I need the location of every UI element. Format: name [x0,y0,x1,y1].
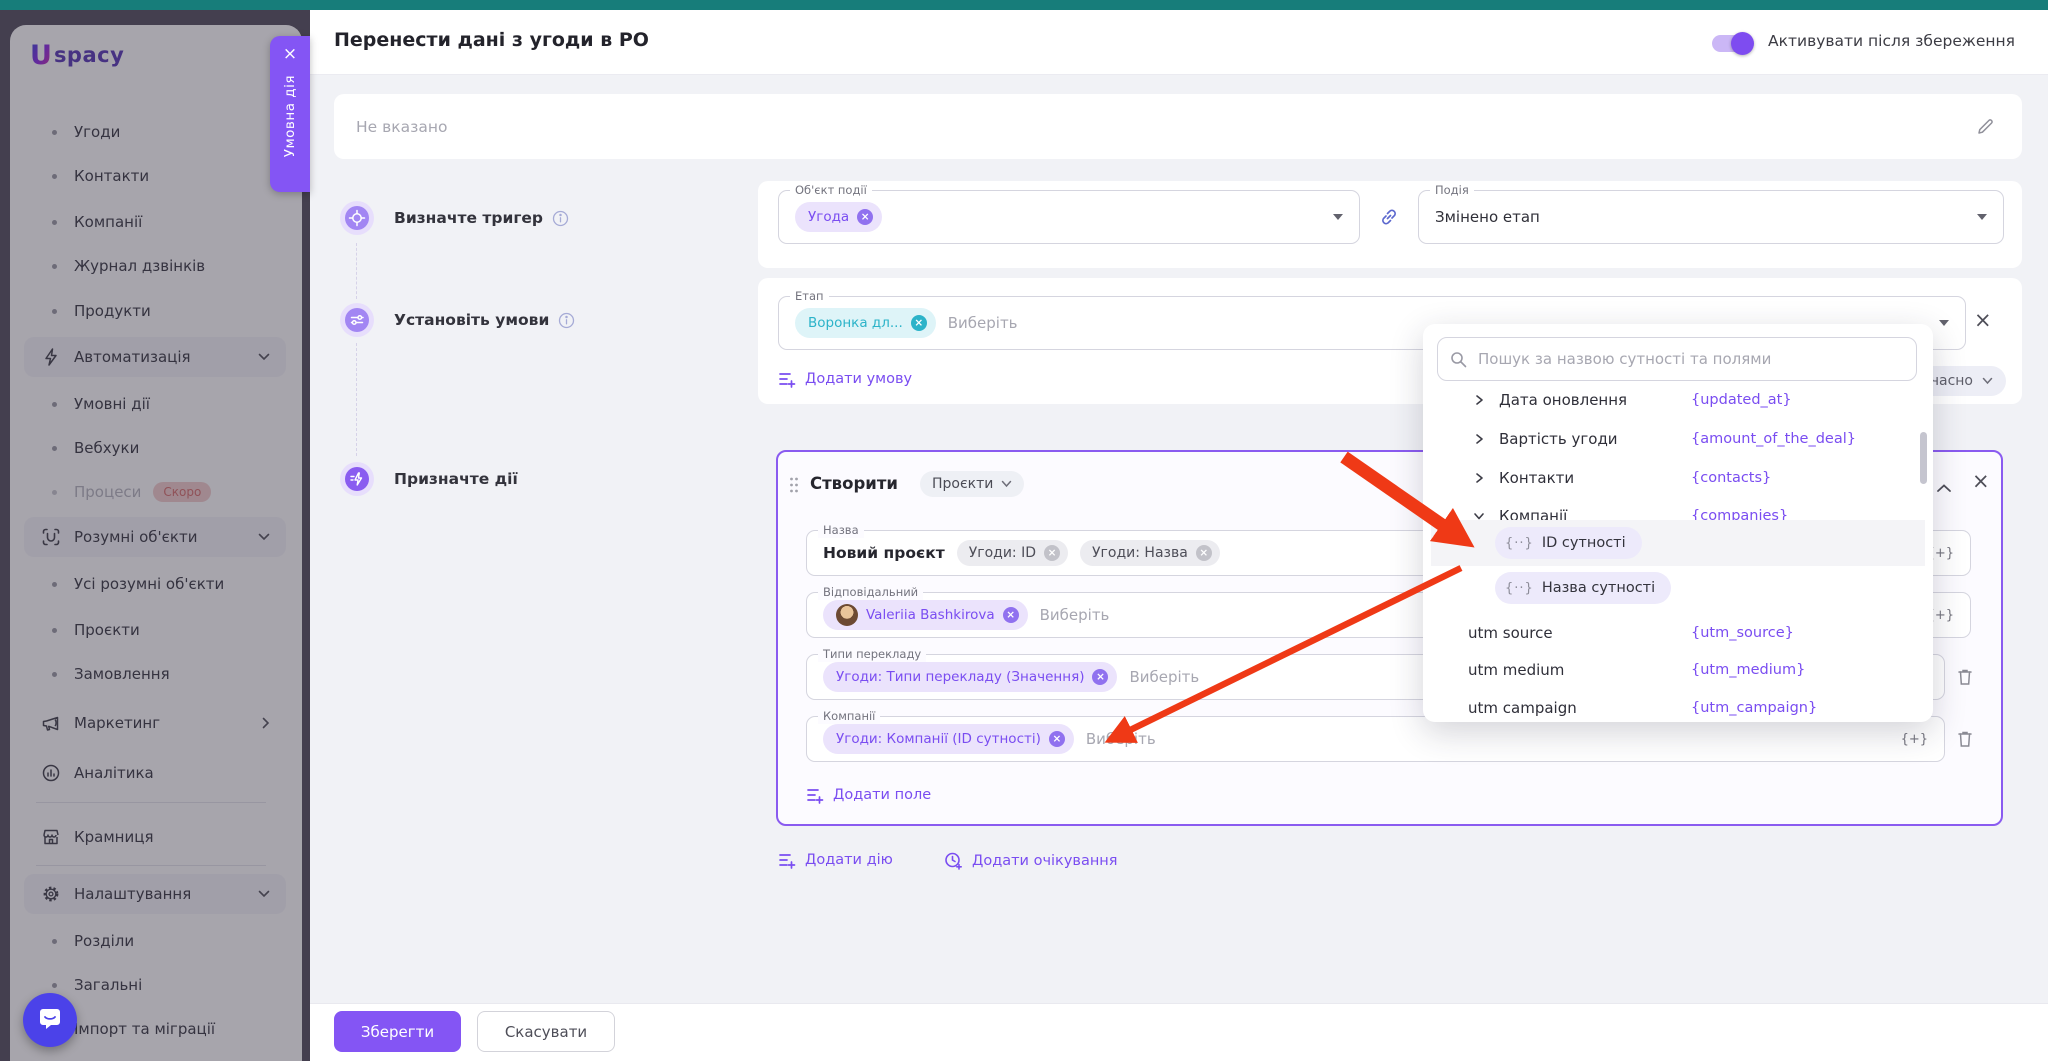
toggle-label: Активувати після збереження [1768,32,2015,50]
list-plus-icon [806,786,824,804]
remove-condition-icon[interactable]: × [1974,310,1992,331]
remove-chip-icon[interactable]: × [911,315,927,331]
pencil-icon[interactable] [1976,117,1995,140]
funnel-chip[interactable]: Воронка дл...× [795,308,936,338]
scrollbar-thumb[interactable] [1920,432,1927,484]
remove-chip-icon[interactable]: × [1003,607,1019,623]
rule-name-input[interactable] [354,110,1158,144]
cancel-button[interactable]: Скасувати [477,1011,615,1052]
chat-icon [37,1008,63,1032]
picker-row-contacts[interactable]: Контакти {contacts} [1473,460,1771,496]
trigger-step-icon [340,201,374,235]
event-object-field[interactable]: Об'єкт події Угода× [778,190,1360,244]
entity-select-chip[interactable]: Проєкти [920,471,1024,497]
picker-row-amount[interactable]: Вартість угоди {amount_of_the_deal} [1473,421,1856,457]
conditional-action-tab[interactable]: × Умовна дія [270,36,310,192]
trash-icon[interactable] [1952,725,1978,753]
remove-chip-icon[interactable]: × [1044,545,1060,561]
drag-handle[interactable] [789,476,799,498]
close-icon[interactable]: × [283,46,297,63]
sliders-icon [345,308,369,332]
deal-id-token-chip[interactable]: Угоди: ID× [957,540,1068,566]
chevron-down-icon [1982,377,1993,385]
dropdown-caret-icon[interactable] [1939,320,1949,326]
remove-chip-icon[interactable]: × [1049,731,1065,747]
target-icon [345,206,369,230]
braces-icon: {··} [1505,581,1534,596]
companies-token-chip[interactable]: Угоди: Компанії (ID сутності)× [823,724,1074,754]
braces-icon: {··} [1505,536,1534,551]
create-action-title: Створити [810,474,898,493]
picker-row-utm-source[interactable]: utm source {utm_source} [1468,615,1794,651]
avatar [836,604,858,626]
dropdown-caret-icon[interactable] [1333,214,1343,220]
add-field-link[interactable]: Додати поле [806,786,931,804]
add-action-link[interactable]: Додати дію [778,851,893,869]
responsible-user-chip[interactable]: Valeriia Bashkirova× [823,600,1028,630]
picker-subrow-entity-name[interactable]: {··} Назва сутності [1495,572,1671,604]
deal-chip[interactable]: Угода× [795,202,882,232]
chevron-right-icon [1473,472,1489,484]
list-plus-icon [778,370,796,388]
picker-subrow-entity-id[interactable]: {··} ID сутності [1495,527,1642,559]
conditions-step-icon [340,303,374,337]
list-plus-icon [778,851,796,869]
remove-chip-icon[interactable]: × [1196,545,1212,561]
search-icon [1450,351,1467,368]
chat-button[interactable] [23,993,77,1047]
link-chain-icon[interactable] [1378,206,1400,232]
top-accent-bar [0,0,2048,10]
dropdown-caret-icon[interactable] [1977,214,1987,220]
name-value-text: Новий проєкт [823,544,945,562]
add-condition-link[interactable]: Додати умову [778,370,912,388]
field-search-box[interactable] [1437,337,1917,381]
clock-plus-icon [944,851,963,870]
picker-row-utm-campaign[interactable]: utm campaign {utm_campaign} [1468,690,1817,726]
translation-types-token-chip[interactable]: Угоди: Типи перекладу (Значення)× [823,662,1117,692]
remove-action-icon[interactable]: × [1972,471,1990,492]
page-title: Перенести дані з угоди в РО [334,29,649,51]
picker-row-updated-at[interactable]: Дата оновлення {updated_at} [1473,382,1792,418]
remove-chip-icon[interactable]: × [1092,669,1108,685]
picker-row-utm-medium[interactable]: utm medium {utm_medium} [1468,652,1805,688]
step-connector [356,343,357,456]
chevron-right-icon [1473,433,1489,445]
add-wait-link[interactable]: Додати очікування [944,851,1118,870]
insert-variable-button[interactable]: {+} [1901,732,1928,747]
collapse-action-icon[interactable] [1936,478,1952,497]
field-search-input[interactable] [1476,349,1904,369]
field-picker-panel: Дата оновлення {updated_at} Вартість уго… [1423,324,1933,722]
event-field[interactable]: Подія Змінено етап [1418,190,2004,244]
tab-label: Умовна дія [282,75,298,157]
save-button[interactable]: Зберегти [334,1011,461,1052]
trash-icon[interactable] [1952,663,1978,691]
chevron-right-icon [1473,394,1489,406]
remove-chip-icon[interactable]: × [857,209,873,225]
chevron-down-icon [1001,480,1012,488]
activate-toggle[interactable] [1712,35,1752,52]
actions-step-row: Призначте дії [394,468,527,490]
step-connector [356,243,357,299]
conditions-step-row: Установіть умови [394,309,575,331]
actions-step-icon [340,462,374,496]
action-bolt-icon [345,467,369,491]
info-icon[interactable] [558,312,575,329]
toggle-knob[interactable] [1731,32,1754,55]
trigger-step-row: Визначте тригер [394,207,569,229]
sidebar-dim-overlay [0,10,310,1061]
deal-title-token-chip[interactable]: Угоди: Назва× [1080,540,1220,566]
info-icon[interactable] [552,210,569,227]
